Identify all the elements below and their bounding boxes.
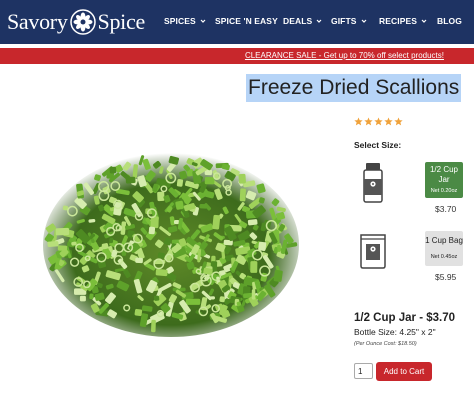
size-option-bag[interactable]: 1 Cup Bag Net 0.45oz [425, 231, 463, 266]
nav-gifts[interactable]: GIFTS [331, 16, 367, 26]
site-logo[interactable]: Savory Spice [7, 6, 145, 38]
product-title: Freeze Dried Scallions [246, 74, 462, 102]
size-net: Net 0.45oz [430, 254, 458, 260]
chevron-down-icon [200, 19, 206, 23]
size-net: Net 0.20oz [430, 188, 458, 194]
logo-text-right: Spice [97, 9, 146, 34]
logo-text-left: Savory [7, 9, 68, 34]
nav-label: GIFTS [331, 16, 357, 26]
star-icon [394, 117, 403, 126]
size-price-jar: $3.70 [435, 204, 457, 214]
size-name: 1 Cup Bag [425, 236, 463, 245]
logo-emblem-icon [69, 9, 96, 35]
size-name: 1/2 Cup Jar [429, 165, 459, 184]
sale-link[interactable]: CLEARANCE SALE - Get up to 70% off selec… [245, 51, 444, 60]
add-to-cart-button[interactable]: Add to Cart [376, 362, 432, 381]
star-icon [364, 117, 373, 126]
spice-jar-icon[interactable] [361, 162, 385, 204]
rating-stars[interactable] [354, 117, 403, 126]
nav-deals[interactable]: DEALS [283, 16, 322, 26]
sale-banner: CLEARANCE SALE - Get up to 70% off selec… [0, 48, 474, 64]
size-option-jar[interactable]: 1/2 Cup Jar Net 0.20oz [425, 162, 463, 198]
nav-recipes[interactable]: RECIPES [379, 16, 427, 26]
nav-blog[interactable]: BLOG [437, 16, 462, 26]
star-icon [354, 117, 363, 126]
nav-label: SPICE 'N EASY [215, 16, 278, 26]
star-icon [374, 117, 383, 126]
product-image [43, 153, 299, 337]
per-ounce-cost: (Per Ounce Cost: $18.50) [354, 341, 417, 347]
nav-label: RECIPES [379, 16, 418, 26]
size-price-bag: $5.95 [435, 272, 457, 282]
site-header: Savory Spice SPICES SPICE 'N EASY DEALS … [0, 0, 474, 44]
selected-size-title: 1/2 Cup Jar - $3.70 [354, 312, 455, 324]
nav-label: SPICES [164, 16, 196, 26]
nav-label: DEALS [283, 16, 313, 26]
chevron-down-icon [316, 19, 322, 23]
spice-bag-icon[interactable] [358, 229, 388, 269]
quantity-input[interactable] [354, 363, 373, 379]
nav-spice-n-easy[interactable]: SPICE 'N EASY [215, 16, 278, 26]
bottle-size: Bottle Size: 4.25" x 2" [354, 327, 436, 337]
star-icon [384, 117, 393, 126]
chevron-down-icon [361, 19, 366, 23]
nav-label: BLOG [437, 16, 462, 26]
nav-spices[interactable]: SPICES [164, 16, 206, 26]
chevron-down-icon [421, 19, 427, 23]
header-divider [0, 44, 474, 47]
select-size-label: Select Size: [354, 140, 402, 150]
